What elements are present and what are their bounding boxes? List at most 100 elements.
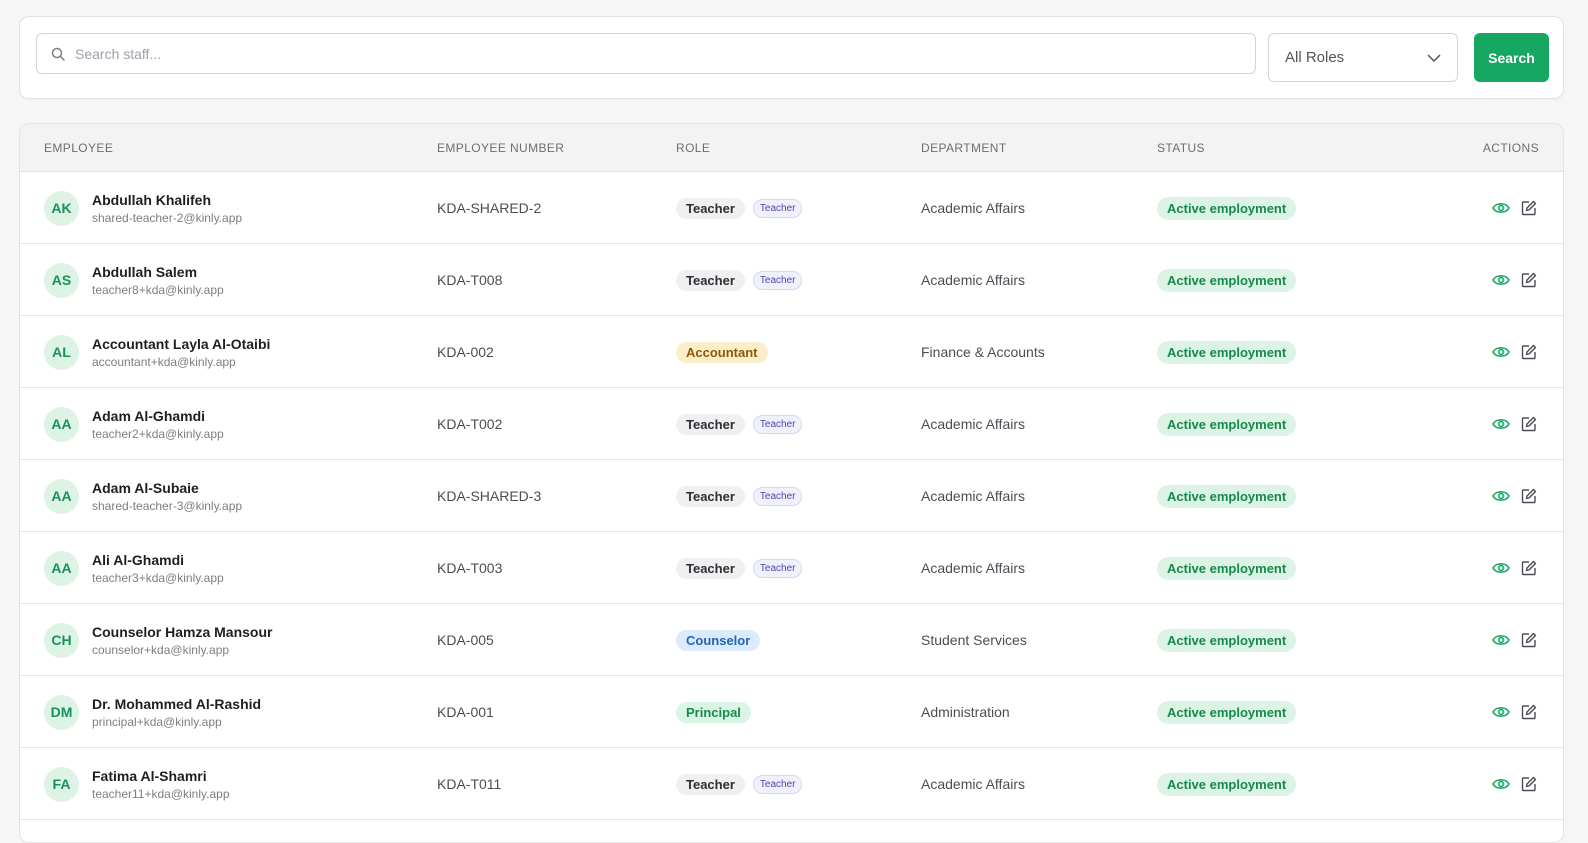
chevron-down-icon (1427, 49, 1441, 66)
table-row[interactable]: FA Fatima Al-Shamri teacher11+kda@kinly.… (20, 748, 1563, 820)
role-cell: Teacher Teacher (676, 388, 803, 460)
role-filter-value: All Roles (1285, 49, 1345, 66)
eye-icon[interactable] (1491, 558, 1511, 578)
department: Academic Affairs (921, 200, 1026, 216)
employee-name[interactable]: Fatima Al-Shamri (92, 767, 230, 785)
edit-icon[interactable] (1519, 558, 1539, 578)
role-sub-badge: Teacher (752, 486, 803, 506)
edit-icon[interactable] (1519, 774, 1539, 794)
table-row[interactable]: AA Adam Al-Ghamdi teacher2+kda@kinly.app… (20, 388, 1563, 460)
eye-icon[interactable] (1491, 630, 1511, 650)
search-button[interactable]: Search (1474, 33, 1549, 82)
avatar: FA (44, 766, 79, 802)
role-badge: Accountant (676, 341, 768, 363)
search-panel: All Roles Search (19, 16, 1564, 99)
employee-email: shared-teacher-2@kinly.app (92, 210, 243, 225)
employee-email: teacher8+kda@kinly.app (92, 282, 224, 297)
edit-icon[interactable] (1519, 702, 1539, 722)
role-badge: Teacher (676, 413, 745, 435)
edit-icon[interactable] (1519, 342, 1539, 362)
eye-icon[interactable] (1491, 198, 1511, 218)
edit-icon[interactable] (1519, 486, 1539, 506)
employee-number: KDA-T008 (437, 272, 503, 288)
table-header: EMPLOYEE EMPLOYEE NUMBER ROLE DEPARTMENT… (20, 124, 1563, 172)
table-row[interactable]: AA Adam Al-Subaie shared-teacher-3@kinly… (20, 460, 1563, 532)
employee-name[interactable]: Adam Al-Subaie (92, 479, 242, 497)
avatar: AA (44, 478, 79, 514)
status-badge: Active employment (1157, 556, 1297, 580)
role-badge: Principal (676, 701, 751, 723)
table-body: AK Abdullah Khalifeh shared-teacher-2@ki… (20, 172, 1563, 820)
column-header-employee[interactable]: EMPLOYEE (44, 124, 113, 172)
employee-name[interactable]: Ali Al-Ghamdi (92, 551, 224, 569)
role-sub-badge: Teacher (752, 270, 803, 290)
employee-number: KDA-SHARED-3 (437, 488, 542, 504)
department: Academic Affairs (921, 272, 1026, 288)
role-badge: Teacher (676, 197, 745, 219)
role-sub-badge: Teacher (752, 198, 803, 218)
role-cell: Principal (676, 676, 751, 748)
role-cell: Teacher Teacher (676, 748, 803, 820)
column-header-role[interactable]: ROLE (676, 124, 710, 172)
role-cell: Teacher Teacher (676, 460, 803, 532)
department: Finance & Accounts (921, 344, 1045, 360)
column-header-status[interactable]: STATUS (1157, 124, 1205, 172)
department: Administration (921, 704, 1010, 720)
status-badge: Active employment (1157, 412, 1297, 436)
role-badge: Counselor (676, 629, 761, 651)
role-cell: Accountant (676, 316, 768, 388)
role-filter-select[interactable]: All Roles (1268, 33, 1458, 82)
department: Academic Affairs (921, 488, 1026, 504)
department: Academic Affairs (921, 416, 1026, 432)
employee-name[interactable]: Accountant Layla Al-Otaibi (92, 335, 270, 353)
employee-number: KDA-T002 (437, 416, 503, 432)
table-row[interactable]: AL Accountant Layla Al-Otaibi accountant… (20, 316, 1563, 388)
eye-icon[interactable] (1491, 270, 1511, 290)
role-cell: Teacher Teacher (676, 172, 803, 244)
status-badge: Active employment (1157, 196, 1297, 220)
table-row[interactable]: AS Abdullah Salem teacher8+kda@kinly.app… (20, 244, 1563, 316)
employee-name[interactable]: Dr. Mohammed Al-Rashid (92, 695, 261, 713)
eye-icon[interactable] (1491, 414, 1511, 434)
edit-icon[interactable] (1519, 630, 1539, 650)
status-badge: Active employment (1157, 628, 1297, 652)
role-badge: Teacher (676, 773, 745, 795)
employee-number: KDA-005 (437, 632, 494, 648)
employee-email: teacher2+kda@kinly.app (92, 426, 224, 441)
employee-name[interactable]: Adam Al-Ghamdi (92, 407, 224, 425)
edit-icon[interactable] (1519, 198, 1539, 218)
table-row[interactable]: DM Dr. Mohammed Al-Rashid principal+kda@… (20, 676, 1563, 748)
role-badge: Teacher (676, 485, 745, 507)
status-badge: Active employment (1157, 340, 1297, 364)
eye-icon[interactable] (1491, 702, 1511, 722)
department: Student Services (921, 632, 1027, 648)
column-header-department[interactable]: DEPARTMENT (921, 124, 1007, 172)
status-badge: Active employment (1157, 484, 1297, 508)
employee-number: KDA-T003 (437, 560, 503, 576)
role-sub-badge: Teacher (752, 774, 803, 794)
edit-icon[interactable] (1519, 414, 1539, 434)
employee-name[interactable]: Abdullah Salem (92, 263, 224, 281)
eye-icon[interactable] (1491, 774, 1511, 794)
employee-email: teacher11+kda@kinly.app (92, 786, 230, 801)
column-header-actions: ACTIONS (1482, 141, 1539, 155)
department: Academic Affairs (921, 776, 1026, 792)
column-header-employee-number[interactable]: EMPLOYEE NUMBER (437, 124, 564, 172)
avatar: AK (44, 190, 79, 226)
employee-number: KDA-001 (437, 704, 494, 720)
employee-email: shared-teacher-3@kinly.app (92, 498, 243, 513)
edit-icon[interactable] (1519, 270, 1539, 290)
role-badge: Teacher (676, 557, 745, 579)
table-row[interactable]: CH Counselor Hamza Mansour counselor+kda… (20, 604, 1563, 676)
table-row[interactable]: AK Abdullah Khalifeh shared-teacher-2@ki… (20, 172, 1563, 244)
eye-icon[interactable] (1491, 486, 1511, 506)
eye-icon[interactable] (1491, 342, 1511, 362)
table-row[interactable]: AA Ali Al-Ghamdi teacher3+kda@kinly.app … (20, 532, 1563, 604)
role-badge: Teacher (676, 269, 745, 291)
search-field[interactable] (36, 33, 1256, 74)
employee-name[interactable]: Abdullah Khalifeh (92, 191, 242, 209)
avatar: AL (44, 334, 79, 370)
role-sub-badge: Teacher (752, 414, 803, 434)
employee-name[interactable]: Counselor Hamza Mansour (92, 623, 272, 641)
search-input[interactable] (75, 45, 1255, 62)
